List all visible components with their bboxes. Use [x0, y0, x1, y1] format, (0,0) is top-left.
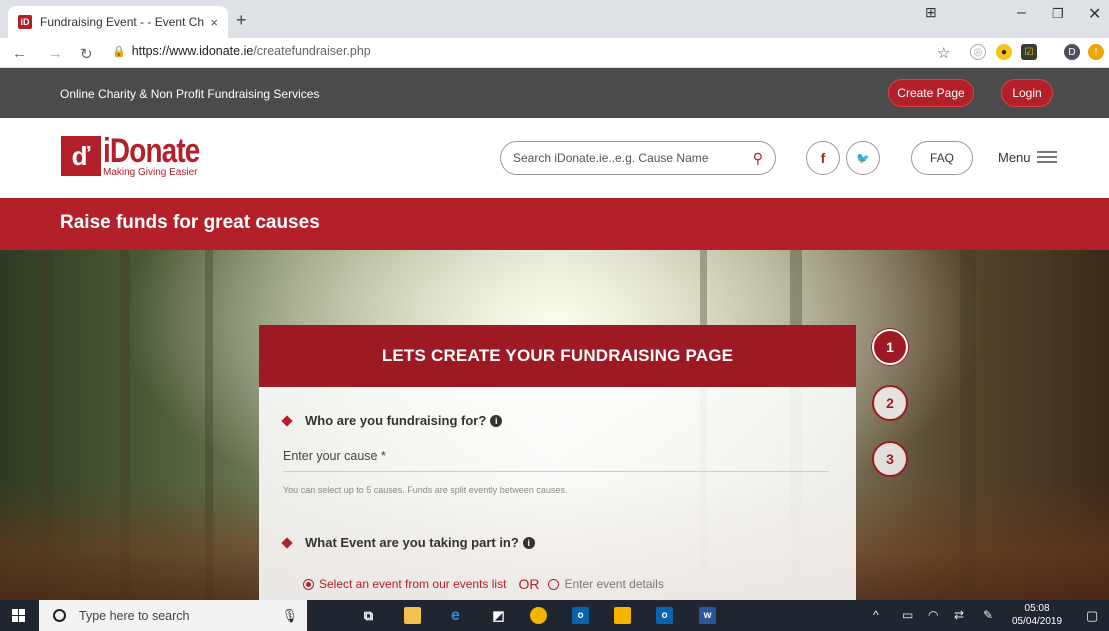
cause-input[interactable]	[283, 449, 829, 463]
cause-hint: You can select up to 5 causes. Funds are…	[283, 485, 568, 495]
info-icon[interactable]: i	[522, 536, 535, 549]
login-button[interactable]: Login	[1001, 79, 1053, 107]
tab-search-icon[interactable]: ⊞	[925, 4, 937, 21]
word-icon[interactable]: w	[699, 607, 716, 624]
wifi-icon[interactable]: ◠	[928, 608, 938, 622]
taskbar-search[interactable]: Type here to search 🎙	[39, 600, 307, 631]
edge-icon[interactable]: e	[447, 607, 464, 624]
taskbar-search-placeholder: Type here to search	[79, 608, 190, 623]
task-view-icon[interactable]: ⧉	[360, 607, 377, 624]
question-label: Who are you fundraising for?	[305, 413, 487, 428]
form-heading: LETS CREATE YOUR FUNDRAISING PAGE	[259, 325, 856, 387]
extension-icon[interactable]: ◎	[970, 44, 986, 60]
question-fundraising-for: Who are you fundraising for? i	[281, 413, 503, 428]
pen-icon[interactable]: ✎	[983, 608, 993, 622]
tray-chevron-icon[interactable]: ^	[873, 608, 879, 622]
close-window-icon[interactable]: ✕	[1088, 4, 1101, 24]
restore-icon[interactable]: ❐	[1052, 6, 1064, 22]
logo-mark-icon: ď	[61, 136, 101, 176]
create-page-button[interactable]: Create Page	[888, 79, 974, 107]
profile-avatar[interactable]: D	[1064, 44, 1080, 60]
notepad-icon[interactable]: ◩	[490, 607, 507, 624]
logo-brand: iDonate	[103, 132, 200, 170]
tab-title: Fundraising Event - - Event Char	[40, 15, 205, 29]
cortana-icon	[53, 609, 66, 622]
app-icon[interactable]	[614, 607, 631, 624]
page-title: Raise funds for great causes	[60, 212, 320, 233]
bookmark-star-icon[interactable]: ☆	[937, 44, 950, 62]
hamburger-icon	[1036, 148, 1057, 166]
fundraising-form-card: LETS CREATE YOUR FUNDRAISING PAGE Who ar…	[259, 325, 856, 600]
windows-start-icon[interactable]	[12, 609, 25, 622]
windows-taskbar: Type here to search 🎙 ⧉ e ◩ o o w ^ ▭ ◠ …	[0, 600, 1109, 631]
event-options: Select an event from our events list OR …	[303, 576, 664, 592]
extension-icon[interactable]: ●	[996, 44, 1012, 60]
network-icon[interactable]: ⇄	[954, 608, 964, 622]
site-search-input[interactable]	[513, 151, 753, 165]
site-header: ď iDonate Making Giving Easier ⚲ f 🐦 FAQ…	[0, 118, 1109, 198]
question-label: What Event are you taking part in?	[305, 535, 519, 550]
search-icon[interactable]: ⚲	[753, 150, 763, 167]
diamond-bullet-icon	[281, 536, 293, 549]
page-banner: Raise funds for great causes	[0, 198, 1109, 258]
site-top-strip: Online Charity & Non Profit Fundraising …	[0, 68, 1109, 118]
address-bar: ← → ↻ 🔒 https://www.idonate.ie/createfund…	[0, 38, 1109, 68]
new-tab-button[interactable]: +	[236, 10, 247, 31]
faq-button[interactable]: FAQ	[911, 141, 973, 175]
option-select-event-label[interactable]: Select an event from our events list	[319, 577, 506, 591]
minimize-icon[interactable]: –	[1017, 4, 1026, 22]
idonate-favicon-icon: iD	[18, 15, 32, 29]
browser-tab-bar: iD Fundraising Event - - Event Char × + …	[0, 0, 1109, 38]
microphone-icon[interactable]: 🎙	[281, 608, 298, 624]
cause-field	[283, 447, 829, 472]
step-1-indicator[interactable]: 1	[872, 329, 908, 365]
file-explorer-icon[interactable]	[404, 607, 421, 624]
idonate-logo[interactable]: ď iDonate Making Giving Easier	[61, 132, 221, 178]
info-icon[interactable]: i	[490, 414, 503, 427]
option-enter-event-label[interactable]: Enter event details	[564, 577, 663, 591]
radio-enter-event[interactable]	[548, 578, 560, 590]
site-search: ⚲	[500, 141, 776, 175]
browser-tab[interactable]: iD Fundraising Event - - Event Char ×	[8, 6, 228, 38]
clock-date: 05/04/2019	[1012, 616, 1063, 627]
reload-icon[interactable]: ↻	[80, 45, 93, 63]
back-icon[interactable]: ←	[12, 45, 27, 62]
outlook-icon[interactable]: o	[572, 607, 589, 624]
url-path: /createfundraiser.php	[253, 44, 371, 58]
notifications-icon[interactable]: ▢	[1086, 608, 1098, 624]
diamond-bullet-icon	[281, 414, 293, 427]
menu-label: Menu	[998, 149, 1031, 165]
system-clock[interactable]: 05:08 05/04/2019	[1012, 602, 1062, 628]
twitter-icon[interactable]: 🐦	[846, 141, 880, 175]
step-2-indicator[interactable]: 2	[872, 385, 908, 421]
question-event: What Event are you taking part in? i	[281, 535, 535, 550]
or-separator: OR	[518, 576, 540, 592]
radio-select-event[interactable]	[303, 578, 314, 590]
tab-close-icon[interactable]: ×	[210, 15, 218, 30]
clock-time: 05:08	[1024, 603, 1050, 614]
update-alert-icon[interactable]: !	[1088, 44, 1104, 60]
forward-icon[interactable]: →	[48, 45, 63, 62]
step-3-indicator[interactable]: 3	[872, 441, 908, 477]
outlook-icon[interactable]: o	[656, 607, 673, 624]
battery-icon[interactable]: ▭	[902, 608, 913, 622]
url-host: https://www.idonate.ie	[131, 44, 254, 58]
extension-icon[interactable]: ☑	[1021, 44, 1037, 60]
url-field[interactable]: 🔒 https://www.idonate.ie/createfundraiser…	[112, 44, 371, 58]
facebook-icon[interactable]: f	[806, 141, 840, 175]
site-tagline: Online Charity & Non Profit Fundraising …	[60, 87, 320, 101]
chrome-icon[interactable]	[530, 607, 547, 624]
menu-button[interactable]: Menu	[998, 148, 1057, 166]
lock-icon: 🔒	[112, 46, 126, 58]
